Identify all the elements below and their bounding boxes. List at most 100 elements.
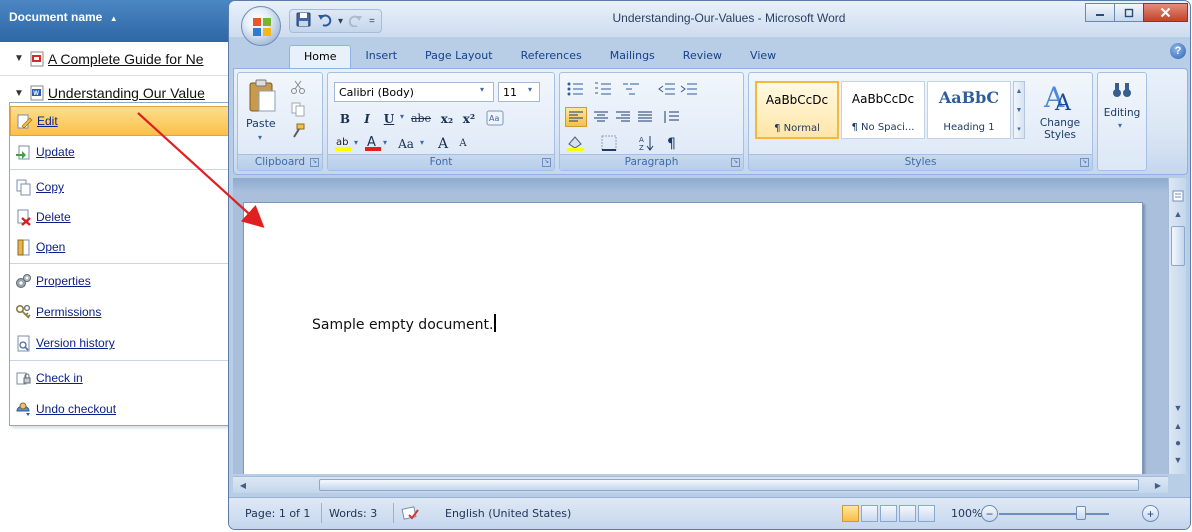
scroll-up-icon[interactable]: ▲ xyxy=(1170,206,1186,222)
paste-button[interactable]: Paste ▾ xyxy=(244,77,282,153)
font-dialog-launcher-icon[interactable]: ↘ xyxy=(542,158,551,167)
change-styles-button[interactable]: A A Change Styles xyxy=(1031,77,1089,153)
numbering-icon[interactable] xyxy=(594,81,612,97)
align-left-button[interactable] xyxy=(565,107,587,127)
bullets-icon[interactable] xyxy=(566,81,584,97)
next-page-icon[interactable]: ▼ xyxy=(1170,452,1186,468)
bold-button[interactable]: B xyxy=(334,108,356,129)
tab-references[interactable]: References xyxy=(507,45,596,68)
font-family-dropdown-icon[interactable]: ▾ xyxy=(480,85,484,94)
highlight-color-icon[interactable]: ab xyxy=(334,134,354,152)
paragraph-dialog-launcher-icon[interactable]: ↘ xyxy=(731,158,740,167)
draft-view-button[interactable] xyxy=(918,505,935,522)
save-icon[interactable] xyxy=(296,12,311,30)
style-heading-1[interactable]: AaBbC Heading 1 xyxy=(927,81,1011,139)
help-icon[interactable]: ? xyxy=(1170,43,1186,59)
vertical-scrollbar[interactable]: ▲ ▼ ▲ ● ▼ xyxy=(1168,178,1186,474)
menu-item-label[interactable]: Undo checkout xyxy=(36,402,116,416)
zoom-slider-track[interactable] xyxy=(999,513,1109,515)
editing-button[interactable]: Editing ▾ xyxy=(1100,77,1144,137)
vertical-scroll-thumb[interactable] xyxy=(1171,226,1185,266)
styles-scroll-up-icon[interactable]: ▲ xyxy=(1014,82,1024,101)
menu-item-check-in[interactable]: Check in xyxy=(10,363,234,393)
document-link[interactable]: Understanding Our Value xyxy=(48,85,205,101)
web-layout-button[interactable] xyxy=(880,505,897,522)
menu-item-permissions[interactable]: Permissions xyxy=(10,297,234,327)
zoom-out-icon[interactable]: − xyxy=(981,505,998,522)
copy-icon[interactable] xyxy=(290,101,306,117)
scroll-left-icon[interactable]: ◀ xyxy=(235,477,251,493)
menu-item-label[interactable]: Update xyxy=(36,145,75,159)
proofing-status-icon[interactable] xyxy=(401,505,421,526)
superscript-button[interactable]: x² xyxy=(458,108,480,129)
horizontal-scrollbar[interactable]: ◀ ▶ xyxy=(233,476,1168,493)
minimize-button[interactable] xyxy=(1085,3,1115,22)
clipboard-dialog-launcher-icon[interactable]: ↘ xyxy=(310,158,319,167)
undo-dropdown-icon[interactable]: ▾ xyxy=(338,16,343,27)
expand-triangle-icon[interactable]: ▼ xyxy=(14,53,24,64)
highlight-dropdown-icon[interactable]: ▾ xyxy=(354,138,358,147)
style-normal[interactable]: AaBbCcDc ¶ Normal xyxy=(755,81,839,139)
word-count[interactable]: Words: 3 xyxy=(329,507,377,520)
customize-toolbar-icon[interactable]: = xyxy=(369,16,375,27)
styles-more-icon[interactable]: ▾ xyxy=(1014,120,1024,139)
scroll-right-icon[interactable]: ▶ xyxy=(1150,477,1166,493)
change-case-button[interactable]: Aa xyxy=(392,133,420,154)
tab-view[interactable]: View xyxy=(736,45,790,68)
line-spacing-icon[interactable] xyxy=(662,110,680,124)
menu-item-label[interactable]: Copy xyxy=(36,180,64,194)
font-color-dropdown-icon[interactable]: ▾ xyxy=(383,138,387,147)
borders-icon[interactable] xyxy=(600,134,618,152)
underline-dropdown-icon[interactable]: ▾ xyxy=(400,112,404,121)
previous-page-icon[interactable]: ▲ xyxy=(1170,418,1186,434)
cut-icon[interactable] xyxy=(290,79,306,95)
decrease-indent-icon[interactable] xyxy=(658,81,676,97)
font-size-select[interactable]: 11 xyxy=(498,82,540,102)
scroll-down-icon[interactable]: ▼ xyxy=(1170,400,1186,416)
horizontal-scroll-thumb[interactable] xyxy=(319,479,1139,491)
styles-dialog-launcher-icon[interactable]: ↘ xyxy=(1080,158,1089,167)
sort-icon[interactable]: AZ xyxy=(638,134,656,152)
menu-item-update[interactable]: Update xyxy=(10,137,234,167)
menu-item-label[interactable]: Check in xyxy=(36,371,83,385)
document-page[interactable]: Sample empty document. xyxy=(243,202,1143,474)
font-color-icon[interactable]: A xyxy=(364,134,382,152)
maximize-button[interactable] xyxy=(1114,3,1144,22)
menu-item-label[interactable]: Properties xyxy=(36,274,91,288)
redo-icon[interactable] xyxy=(348,13,363,30)
undo-icon[interactable] xyxy=(317,12,332,30)
multilevel-list-icon[interactable] xyxy=(622,81,640,97)
increase-indent-icon[interactable] xyxy=(680,81,698,97)
menu-item-properties[interactable]: Properties xyxy=(10,266,234,296)
zoom-level[interactable]: 100% xyxy=(951,507,982,520)
underline-button[interactable]: U xyxy=(378,108,400,129)
clear-formatting-icon[interactable]: Aa xyxy=(486,109,504,127)
font-size-dropdown-icon[interactable]: ▾ xyxy=(528,85,532,94)
font-family-select[interactable]: Calibri (Body) xyxy=(334,82,494,102)
tab-review[interactable]: Review xyxy=(669,45,736,68)
view-ruler-icon[interactable] xyxy=(1170,188,1186,204)
menu-item-version-history[interactable]: Version history xyxy=(10,328,234,358)
menu-item-label[interactable]: Open xyxy=(36,240,65,254)
menu-item-open[interactable]: Open xyxy=(10,232,234,262)
tab-home[interactable]: Home xyxy=(289,45,352,68)
show-formatting-marks-icon[interactable]: ¶ xyxy=(664,134,682,152)
language-indicator[interactable]: English (United States) xyxy=(445,507,571,520)
shrink-font-button[interactable]: A xyxy=(452,133,474,154)
italic-button[interactable]: I xyxy=(356,108,378,129)
tab-page-layout[interactable]: Page Layout xyxy=(411,45,507,68)
format-painter-icon[interactable] xyxy=(290,123,306,139)
styles-scroll[interactable]: ▲ ▼ ▾ xyxy=(1013,81,1025,139)
select-browse-object-icon[interactable]: ● xyxy=(1170,435,1186,451)
tab-insert[interactable]: Insert xyxy=(351,45,411,68)
office-button[interactable] xyxy=(241,6,281,46)
expand-triangle-icon[interactable]: ▼ xyxy=(14,88,24,99)
justify-icon[interactable] xyxy=(637,110,653,124)
menu-item-label[interactable]: Delete xyxy=(36,210,71,224)
full-screen-reading-button[interactable] xyxy=(861,505,878,522)
grow-font-button[interactable]: A xyxy=(432,133,454,154)
page-count[interactable]: Page: 1 of 1 xyxy=(245,507,310,520)
document-link[interactable]: A Complete Guide for Ne xyxy=(48,51,204,67)
document-body[interactable]: Sample empty document. xyxy=(312,314,497,333)
outline-view-button[interactable] xyxy=(899,505,916,522)
